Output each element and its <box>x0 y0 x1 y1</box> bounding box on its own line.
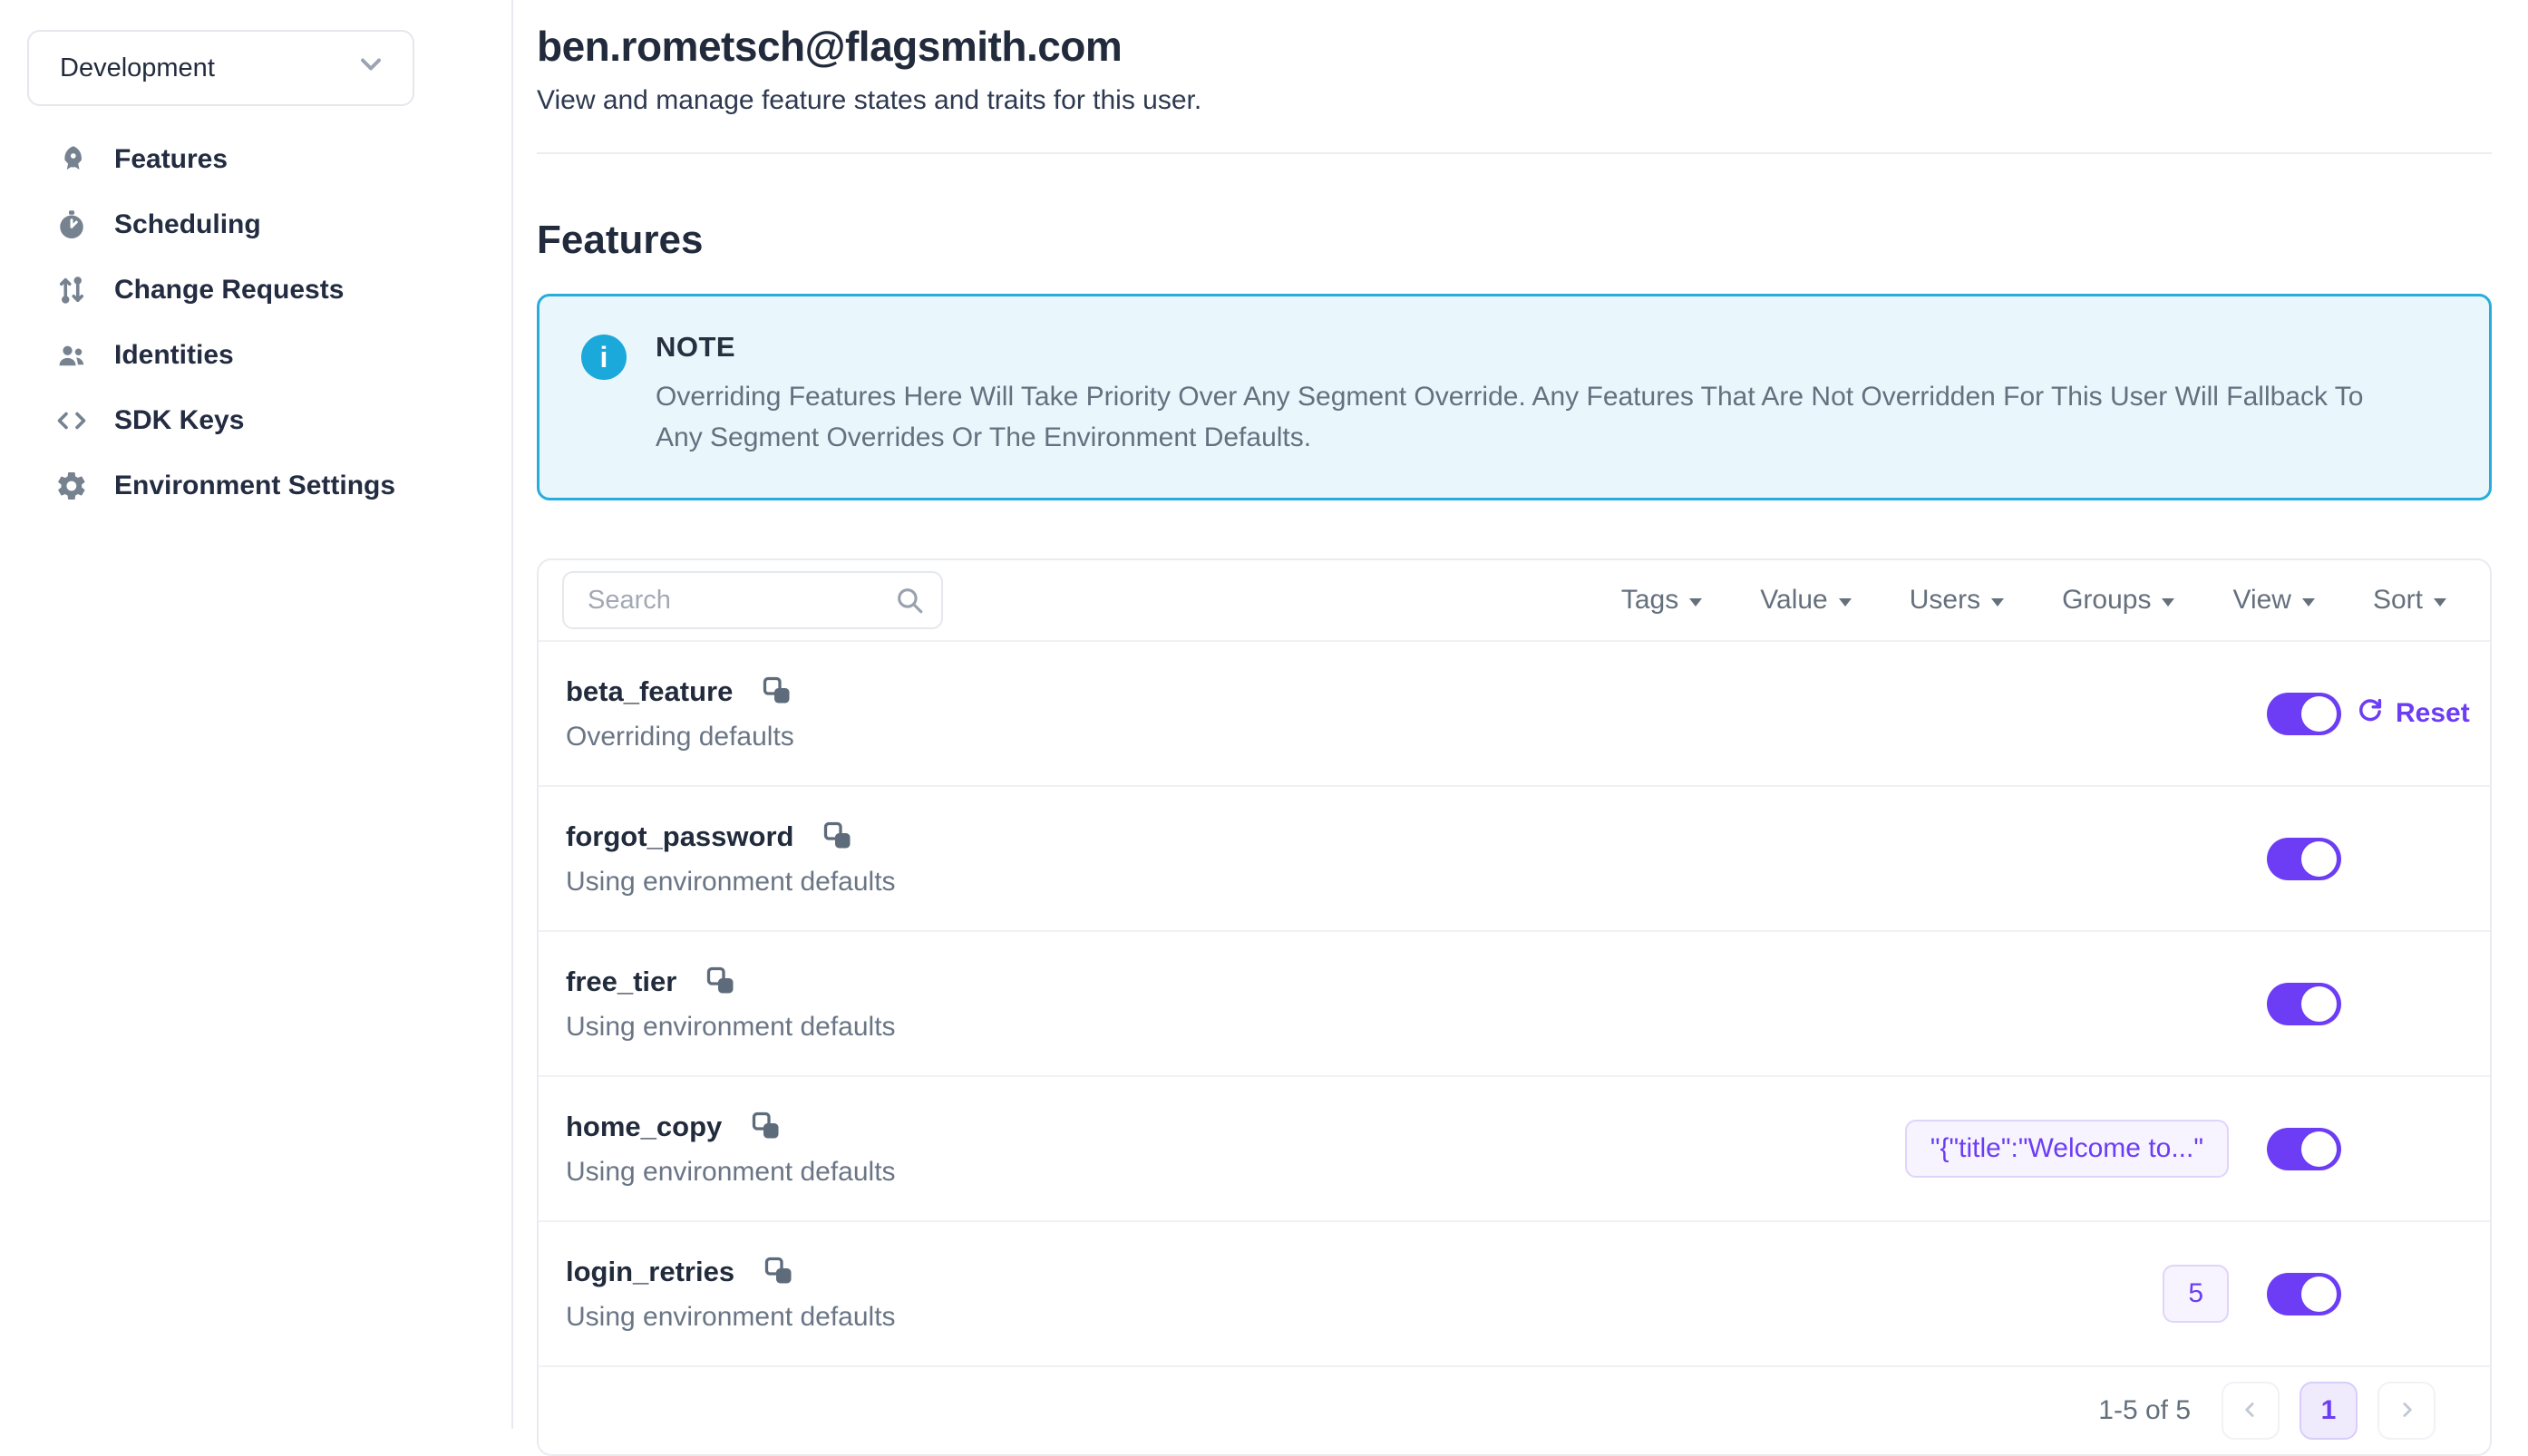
sidebar-item-label: Features <box>114 144 228 175</box>
feature-row[interactable]: login_retries Using environment defaults… <box>539 1220 2490 1365</box>
reset-label: Reset <box>2396 698 2470 729</box>
sidebar-item[interactable]: Environment Settings <box>0 453 511 519</box>
note-title: NOTE <box>656 331 2406 364</box>
sidebar-item[interactable]: Features <box>0 127 511 192</box>
note-panel: i NOTE Overriding Features Here Will Tak… <box>537 294 2492 500</box>
caret-down-icon <box>1689 598 1702 607</box>
page-subtitle: View and manage feature states and trait… <box>537 85 2492 116</box>
feature-name: forgot_password <box>566 820 793 853</box>
copy-icon[interactable] <box>749 1110 783 1144</box>
filter-dropdown[interactable]: Users <box>1910 585 2004 616</box>
gear-icon <box>54 469 89 503</box>
stopwatch-icon <box>54 208 89 242</box>
main-content: ben.rometsch@flagsmith.com View and mana… <box>515 0 2528 1429</box>
pagination-summary: 1-5 of 5 <box>2098 1395 2191 1426</box>
feature-status: Overriding defaults <box>566 722 2267 752</box>
rocket-icon <box>54 142 89 177</box>
copy-icon[interactable] <box>760 675 794 709</box>
feature-status: Using environment defaults <box>566 1302 2163 1333</box>
feature-toggle[interactable] <box>2267 1273 2341 1315</box>
previous-page-button[interactable] <box>2222 1382 2280 1440</box>
sidebar-item-label: Change Requests <box>114 275 344 306</box>
feature-value-chip: "{"title":"Welcome to..." <box>1905 1120 2229 1178</box>
filter-dropdown[interactable]: Groups <box>2062 585 2174 616</box>
features-toolbar: Tags Value Users Groups <box>539 560 2490 640</box>
environment-selector[interactable]: Development <box>27 30 414 106</box>
current-page-button[interactable]: 1 <box>2300 1382 2358 1440</box>
filter-dropdown[interactable]: Sort <box>2373 585 2446 616</box>
search-input[interactable] <box>562 571 943 629</box>
caret-down-icon <box>1839 598 1852 607</box>
chevron-down-icon <box>355 48 387 88</box>
sidebar: Development Features Scheduling Change R… <box>0 0 513 1429</box>
refresh-icon <box>2356 695 2385 732</box>
sidebar-nav: Features Scheduling Change Requests Iden… <box>0 127 511 519</box>
feature-status: Using environment defaults <box>566 1157 1905 1188</box>
identities-icon <box>54 338 89 373</box>
toggle-knob <box>2301 841 2337 877</box>
filter-bar: Tags Value Users Groups <box>1621 585 2466 616</box>
filter-dropdown[interactable]: Value <box>1760 585 1852 616</box>
pull-request-icon <box>54 273 89 307</box>
filter-dropdown[interactable]: View <box>2232 585 2314 616</box>
next-page-button[interactable] <box>2377 1382 2436 1440</box>
feature-status: Using environment defaults <box>566 867 2267 898</box>
caret-down-icon <box>2434 598 2446 607</box>
copy-icon[interactable] <box>704 965 738 999</box>
feature-status: Using environment defaults <box>566 1012 2267 1043</box>
search-box <box>562 571 943 629</box>
feature-toggle[interactable] <box>2267 1128 2341 1170</box>
code-icon <box>54 403 89 438</box>
feature-toggle[interactable] <box>2267 693 2341 735</box>
sidebar-item-label: Identities <box>114 340 234 371</box>
feature-row[interactable]: free_tier Using environment defaults <box>539 930 2490 1075</box>
feature-name: home_copy <box>566 1111 722 1143</box>
environment-selector-value: Development <box>60 53 215 83</box>
feature-name: login_retries <box>566 1256 734 1288</box>
features-heading: Features <box>537 218 2492 263</box>
caret-down-icon <box>1991 598 2004 607</box>
toggle-knob <box>2301 986 2337 1022</box>
feature-row[interactable]: forgot_password Using environment defaul… <box>539 785 2490 930</box>
sidebar-item[interactable]: Scheduling <box>0 192 511 257</box>
sidebar-item-label: SDK Keys <box>114 405 244 436</box>
page-title: ben.rometsch@flagsmith.com <box>537 22 2492 71</box>
toggle-knob <box>2301 1131 2337 1167</box>
feature-value-chip: 5 <box>2163 1265 2229 1323</box>
chevron-right-icon <box>2395 1398 2418 1424</box>
feature-name: beta_feature <box>566 675 733 708</box>
reset-button[interactable]: Reset <box>2356 695 2470 732</box>
feature-row[interactable]: home_copy Using environment defaults "{"… <box>539 1075 2490 1220</box>
copy-icon[interactable] <box>821 820 855 854</box>
features-panel: Tags Value Users Groups <box>537 558 2492 1456</box>
chevron-left-icon <box>2239 1398 2262 1424</box>
sidebar-item-label: Scheduling <box>114 209 261 240</box>
feature-name: free_tier <box>566 966 676 998</box>
toggle-knob <box>2301 696 2337 732</box>
filter-dropdown[interactable]: Tags <box>1621 585 1702 616</box>
feature-row[interactable]: beta_feature Overriding defaults Reset <box>539 640 2490 785</box>
note-body: Overriding Features Here Will Take Prior… <box>656 376 2406 458</box>
sidebar-item-label: Environment Settings <box>114 471 395 501</box>
toggle-knob <box>2301 1276 2337 1312</box>
sidebar-item[interactable]: Identities <box>0 323 511 388</box>
copy-icon[interactable] <box>762 1255 796 1289</box>
header-divider <box>537 152 2492 154</box>
caret-down-icon <box>2302 598 2315 607</box>
info-icon: i <box>581 335 627 380</box>
feature-toggle[interactable] <box>2267 983 2341 1025</box>
caret-down-icon <box>2162 598 2174 607</box>
sidebar-item[interactable]: Change Requests <box>0 257 511 323</box>
feature-toggle[interactable] <box>2267 838 2341 880</box>
sidebar-item[interactable]: SDK Keys <box>0 388 511 453</box>
pagination: 1-5 of 5 1 <box>539 1365 2490 1454</box>
